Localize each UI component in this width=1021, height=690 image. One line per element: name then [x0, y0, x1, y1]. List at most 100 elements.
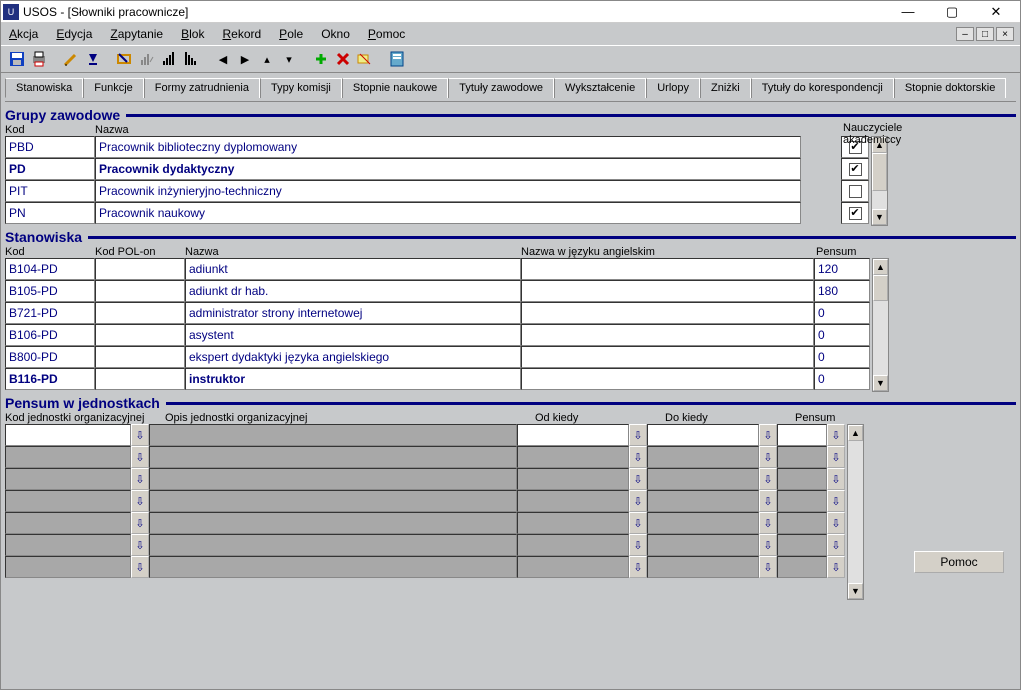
- stan-nazwa-en[interactable]: [521, 368, 814, 390]
- stan-nazwa[interactable]: administrator strony internetowej: [185, 302, 521, 324]
- pensum-value[interactable]: [777, 446, 827, 468]
- pensum-do[interactable]: [647, 468, 759, 490]
- nav-right-icon[interactable]: ▶: [235, 49, 255, 69]
- stan-kod[interactable]: B721-PD: [5, 302, 95, 324]
- tab-tytuły-do-korespondencji[interactable]: Tytuły do korespondencji: [751, 78, 894, 98]
- grupy-nazwa[interactable]: Pracownik inżynieryjno-techniczny: [95, 180, 801, 202]
- pensum-kod-jedn[interactable]: [5, 512, 131, 534]
- nav-left-icon[interactable]: ◀: [213, 49, 233, 69]
- stan-pensum[interactable]: 0: [814, 346, 870, 368]
- pensum-kod-jedn[interactable]: [5, 556, 131, 578]
- mdi-restore-button[interactable]: □: [976, 27, 994, 41]
- stan-pensum[interactable]: 120: [814, 258, 870, 280]
- lookup-button[interactable]: ⇩: [759, 534, 777, 556]
- help-button[interactable]: Pomoc: [914, 551, 1004, 573]
- nav-up-icon[interactable]: ▴: [257, 49, 277, 69]
- stan-nazwa[interactable]: asystent: [185, 324, 521, 346]
- print-icon[interactable]: [29, 49, 49, 69]
- stan-polon[interactable]: [95, 258, 185, 280]
- pensum-value[interactable]: [777, 468, 827, 490]
- menu-blok[interactable]: Blok: [181, 27, 204, 41]
- lookup-button[interactable]: ⇩: [759, 468, 777, 490]
- grupy-nazwa[interactable]: Pracownik naukowy: [95, 202, 801, 224]
- lookup-button[interactable]: ⇩: [827, 490, 845, 512]
- pensum-do[interactable]: [647, 446, 759, 468]
- stan-nazwa-en[interactable]: [521, 346, 814, 368]
- add-icon[interactable]: [311, 49, 331, 69]
- scroll-up-icon[interactable]: ▲: [873, 259, 888, 275]
- lookup-button[interactable]: ⇩: [759, 512, 777, 534]
- pensum-do[interactable]: [647, 556, 759, 578]
- pensum-do[interactable]: [647, 534, 759, 556]
- scroll-down-icon[interactable]: ▼: [873, 375, 888, 391]
- tab-urlopy[interactable]: Urlopy: [646, 78, 700, 98]
- stan-kod[interactable]: B106-PD: [5, 324, 95, 346]
- pensum-kod-jedn[interactable]: [5, 534, 131, 556]
- pensum-value[interactable]: [777, 490, 827, 512]
- stan-kod[interactable]: B116-PD: [5, 368, 95, 390]
- grupy-kod[interactable]: PD: [5, 158, 95, 180]
- stan-nazwa-en[interactable]: [521, 324, 814, 346]
- stan-polon[interactable]: [95, 368, 185, 390]
- lookup-button[interactable]: ⇩: [629, 534, 647, 556]
- chart-icon[interactable]: [137, 49, 157, 69]
- tab-tytuły-zawodowe[interactable]: Tytuły zawodowe: [448, 78, 554, 98]
- down-arrow-icon[interactable]: [83, 49, 103, 69]
- clear-icon[interactable]: [355, 49, 375, 69]
- menu-zapytanie[interactable]: Zapytanie: [110, 27, 163, 41]
- minimize-button[interactable]: —: [886, 2, 930, 22]
- query-icon[interactable]: [115, 49, 135, 69]
- save-icon[interactable]: [7, 49, 27, 69]
- grupy-nazwa[interactable]: Pracownik biblioteczny dyplomowany: [95, 136, 801, 158]
- mdi-minimize-button[interactable]: –: [956, 27, 974, 41]
- stan-polon[interactable]: [95, 280, 185, 302]
- pensum-value[interactable]: [777, 556, 827, 578]
- stan-nazwa-en[interactable]: [521, 258, 814, 280]
- lookup-button[interactable]: ⇩: [629, 556, 647, 578]
- lookup-button[interactable]: ⇩: [827, 534, 845, 556]
- lookup-button[interactable]: ⇩: [827, 556, 845, 578]
- lookup-button[interactable]: ⇩: [629, 512, 647, 534]
- maximize-button[interactable]: ▢: [930, 2, 974, 22]
- stan-kod[interactable]: B105-PD: [5, 280, 95, 302]
- stan-pensum[interactable]: 0: [814, 302, 870, 324]
- lookup-button[interactable]: ⇩: [629, 424, 647, 446]
- edit-icon[interactable]: [61, 49, 81, 69]
- menu-pomoc[interactable]: Pomoc: [368, 27, 405, 41]
- menu-rekord[interactable]: Rekord: [222, 27, 261, 41]
- lookup-button[interactable]: ⇩: [759, 490, 777, 512]
- pensum-value[interactable]: [777, 534, 827, 556]
- lookup-button[interactable]: ⇩: [131, 534, 149, 556]
- tab-stanowiska[interactable]: Stanowiska: [5, 78, 83, 98]
- tab-typy-komisji[interactable]: Typy komisji: [260, 78, 342, 98]
- lookup-button[interactable]: ⇩: [827, 468, 845, 490]
- pensum-od[interactable]: [517, 512, 629, 534]
- pensum-kod-jedn[interactable]: [5, 468, 131, 490]
- scroll-down-icon[interactable]: ▼: [848, 583, 863, 599]
- stan-kod[interactable]: B800-PD: [5, 346, 95, 368]
- stan-nazwa[interactable]: adiunkt: [185, 258, 521, 280]
- tab-formy-zatrudnienia[interactable]: Formy zatrudnienia: [144, 78, 260, 98]
- lookup-button[interactable]: ⇩: [131, 424, 149, 446]
- grupy-kod[interactable]: PBD: [5, 136, 95, 158]
- lookup-button[interactable]: ⇩: [131, 490, 149, 512]
- lookup-button[interactable]: ⇩: [131, 446, 149, 468]
- grupy-kod[interactable]: PIT: [5, 180, 95, 202]
- bars2-icon[interactable]: [181, 49, 201, 69]
- stan-nazwa[interactable]: ekspert dydaktyki języka angielskiego: [185, 346, 521, 368]
- tab-stopnie-naukowe[interactable]: Stopnie naukowe: [342, 78, 448, 98]
- pensum-kod-jedn[interactable]: [5, 424, 131, 446]
- tab-wykształcenie[interactable]: Wykształcenie: [554, 78, 646, 98]
- stan-kod[interactable]: B104-PD: [5, 258, 95, 280]
- pensum-od[interactable]: [517, 446, 629, 468]
- grupy-checkbox[interactable]: ✔: [841, 158, 869, 180]
- pensum-do[interactable]: [647, 424, 759, 446]
- pensum-value[interactable]: [777, 512, 827, 534]
- bars1-icon[interactable]: [159, 49, 179, 69]
- stanowiska-scrollbar[interactable]: ▲ ▼: [872, 258, 889, 392]
- delete-icon[interactable]: [333, 49, 353, 69]
- grupy-nazwa[interactable]: Pracownik dydaktyczny: [95, 158, 801, 180]
- lookup-button[interactable]: ⇩: [629, 468, 647, 490]
- grupy-kod[interactable]: PN: [5, 202, 95, 224]
- stan-pensum[interactable]: 0: [814, 324, 870, 346]
